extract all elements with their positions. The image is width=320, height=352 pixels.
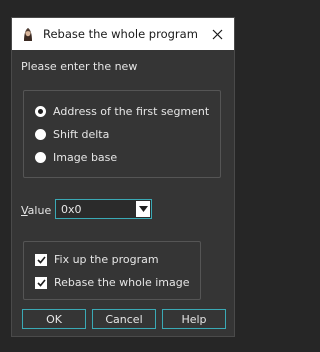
- checkbox-checked-icon: [35, 253, 47, 266]
- close-icon: [212, 29, 222, 39]
- close-button[interactable]: [200, 18, 234, 50]
- checkbox-label: Rebase the whole image: [54, 276, 190, 289]
- base-type-group: Address of the first segment Shift delta…: [23, 90, 221, 178]
- help-button[interactable]: Help: [162, 309, 226, 329]
- checkbox-fix-up-program[interactable]: Fix up the program: [35, 253, 159, 266]
- value-input[interactable]: 0x0: [61, 203, 82, 216]
- radio-unselected-icon: [35, 152, 46, 163]
- checkbox-label: Fix up the program: [54, 253, 159, 266]
- cancel-button[interactable]: Cancel: [92, 309, 156, 329]
- radio-label: Address of the first segment: [53, 105, 210, 118]
- radio-unselected-icon: [35, 129, 46, 140]
- value-combobox[interactable]: 0x0: [55, 199, 152, 219]
- rebase-dialog: Rebase the whole program Please enter th…: [11, 17, 235, 337]
- radio-image-base[interactable]: Image base: [35, 151, 117, 164]
- title-bar[interactable]: Rebase the whole program: [12, 18, 234, 50]
- value-label: Value: [21, 204, 52, 217]
- radio-label: Shift delta: [53, 128, 110, 141]
- radio-address-first-segment[interactable]: Address of the first segment: [35, 105, 209, 118]
- ok-button[interactable]: OK: [22, 309, 86, 329]
- app-icon: [20, 26, 36, 42]
- dropdown-arrow-icon[interactable]: [136, 201, 150, 217]
- radio-shift-delta[interactable]: Shift delta: [35, 128, 109, 141]
- checkbox-rebase-whole-image[interactable]: Rebase the whole image: [35, 276, 189, 289]
- checkbox-checked-icon: [35, 276, 47, 289]
- prompt-label: Please enter the new: [21, 60, 138, 73]
- options-group: Fix up the program Rebase the whole imag…: [23, 241, 201, 300]
- window-title: Rebase the whole program: [43, 27, 198, 41]
- radio-label: Image base: [53, 151, 118, 164]
- radio-selected-icon: [35, 106, 46, 117]
